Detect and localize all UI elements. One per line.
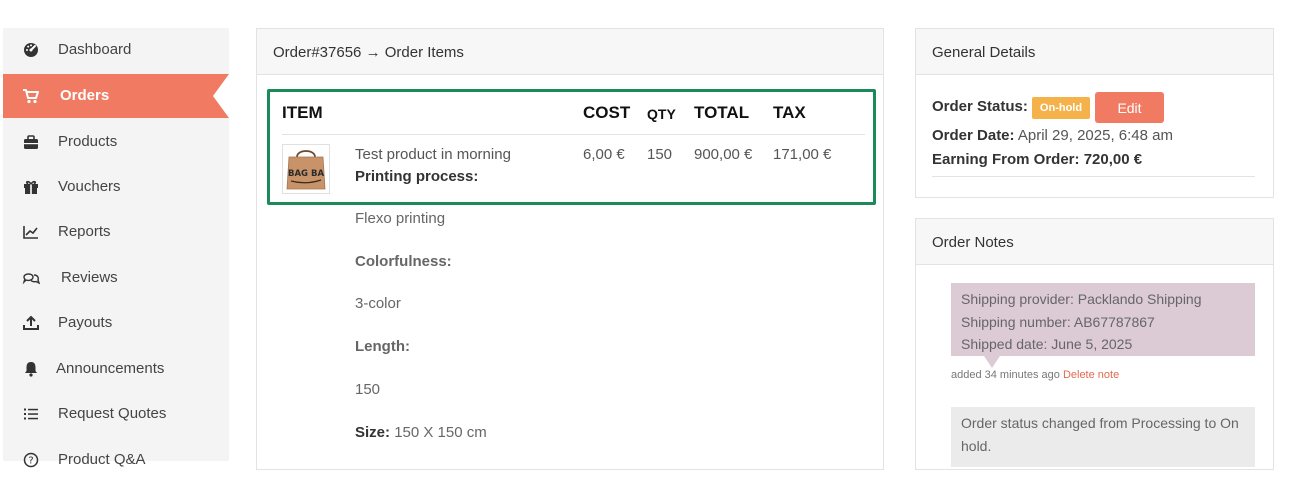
sidebar-item-label: Reviews xyxy=(61,269,118,286)
sidebar-item-reports[interactable]: Reports xyxy=(3,210,229,254)
sidebar-item-label: Request Quotes xyxy=(58,405,167,422)
tax-value: 171,00 € xyxy=(773,146,832,163)
sidebar-item-payouts[interactable]: Payouts xyxy=(3,301,229,345)
sidebar-item-reviews[interactable]: Reviews xyxy=(3,256,229,300)
sidebar-item-label: Products xyxy=(58,133,118,150)
product-thumbnail[interactable]: BAG BA xyxy=(282,144,330,194)
meta-colorfulness-label: Colorfulness: xyxy=(355,253,452,270)
note-timestamp: added 34 minutes ago xyxy=(951,369,1060,381)
note-line-date: Shipped date: June 5, 2025 xyxy=(961,336,1133,352)
sidebar-item-product-qa[interactable]: ? Product Q&A xyxy=(3,438,229,482)
table-header-divider xyxy=(282,134,865,135)
gift-icon xyxy=(21,177,41,197)
meta-printing-label: Printing process: xyxy=(355,168,479,185)
note-line-number: Shipping number: AB67787867 xyxy=(961,313,1155,330)
product-name: Test product in morning xyxy=(355,146,511,163)
order-date-value: April 29, 2025, 6:48 am xyxy=(1017,127,1173,144)
sidebar-item-products[interactable]: Products xyxy=(3,120,229,164)
question-circle-icon: ? xyxy=(21,450,41,470)
general-details-title: General Details xyxy=(916,29,1273,75)
column-header-total: TOTAL xyxy=(694,103,750,122)
upload-icon xyxy=(21,313,41,333)
sidebar: Dashboard Orders Products Vouchers Repor… xyxy=(3,28,229,468)
status-badge: On-hold xyxy=(1032,97,1090,119)
total-value: 900,00 € xyxy=(694,146,753,163)
sidebar-item-label: Orders xyxy=(60,87,110,104)
meta-size-label: Size: xyxy=(355,424,391,441)
order-status-label: Order Status: xyxy=(932,98,1028,115)
column-header-qty: QTY xyxy=(647,106,676,122)
system-note: Order status changed from Processing to … xyxy=(951,407,1255,467)
sidebar-item-dashboard[interactable]: Dashboard xyxy=(3,28,229,72)
briefcase-icon xyxy=(21,132,41,152)
note-line-provider: Shipping provider: Packlando Shipping xyxy=(961,291,1202,307)
line-chart-icon xyxy=(21,222,41,242)
column-header-item: ITEM xyxy=(282,103,323,122)
customer-note: Shipping provider: Packlando Shipping Sh… xyxy=(951,283,1255,356)
thumbnail-label: BAG BA xyxy=(288,169,324,179)
cart-icon xyxy=(21,86,41,106)
sidebar-item-vouchers[interactable]: Vouchers xyxy=(3,165,229,209)
edit-status-button[interactable]: Edit xyxy=(1095,92,1164,123)
meta-printing-value: Flexo printing xyxy=(355,210,446,227)
bell-icon xyxy=(21,359,41,379)
column-header-cost: COST xyxy=(583,103,631,122)
sidebar-item-label: Vouchers xyxy=(58,178,121,195)
cost-value: 6,00 € xyxy=(583,146,625,163)
order-notes-title: Order Notes xyxy=(916,219,1273,265)
order-status-label-text: Order Status: xyxy=(932,98,1028,115)
sidebar-item-label: Announcements xyxy=(56,360,165,377)
column-header-tax: TAX xyxy=(773,103,806,122)
chat-bubbles-icon xyxy=(21,268,41,288)
sidebar-item-label: Payouts xyxy=(58,314,113,331)
sidebar-item-label: Product Q&A xyxy=(58,451,146,468)
note-meta: added 34 minutes ago Delete note xyxy=(951,369,1119,381)
meta-size-value: 150 X 150 cm xyxy=(394,424,487,441)
earning-from-order: Earning From Order: 720,00 € xyxy=(932,151,1142,168)
sidebar-item-label: Dashboard xyxy=(58,41,132,58)
order-date-label: Order Date: xyxy=(932,127,1015,144)
order-items-title: Order#37656 → Order Items xyxy=(257,29,883,75)
dashboard-gauge-icon xyxy=(21,40,41,60)
sidebar-item-request-quotes[interactable]: Request Quotes xyxy=(3,392,229,436)
sidebar-item-orders[interactable]: Orders xyxy=(3,74,229,118)
meta-size: Size: 150 X 150 cm xyxy=(355,424,487,441)
order-date: Order Date: April 29, 2025, 6:48 am xyxy=(932,127,1173,144)
general-details-divider xyxy=(932,176,1255,177)
meta-colorfulness-value: 3-color xyxy=(355,295,401,312)
earning-label: Earning From Order: xyxy=(932,151,1080,168)
list-icon xyxy=(21,404,41,424)
sidebar-item-announcements[interactable]: Announcements xyxy=(3,347,229,391)
customer-note-tail xyxy=(984,356,1000,368)
meta-length-value: 150 xyxy=(355,381,381,398)
delete-note-link[interactable]: Delete note xyxy=(1063,369,1119,381)
sidebar-item-label: Reports xyxy=(58,223,111,240)
meta-length-label: Length: xyxy=(355,338,410,355)
qty-value: 150 xyxy=(647,146,673,163)
svg-text:?: ? xyxy=(28,456,33,467)
earning-value: 720,00 € xyxy=(1083,151,1143,168)
system-note-text: Order status changed from Processing to … xyxy=(961,415,1239,454)
